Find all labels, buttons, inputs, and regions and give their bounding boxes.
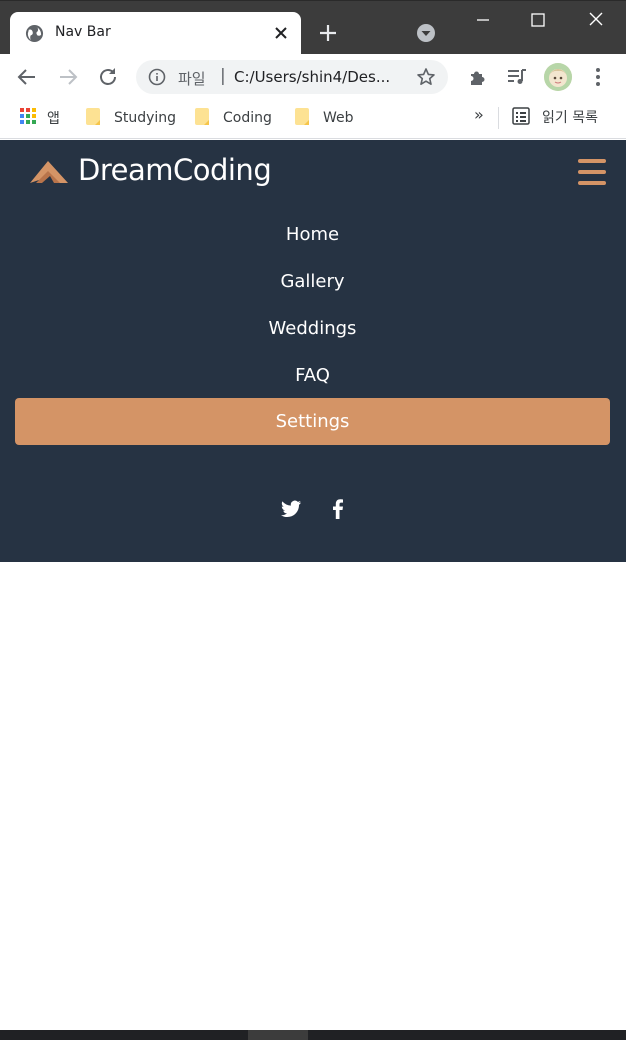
- folder-icon: [195, 108, 209, 125]
- tab-search-icon[interactable]: [416, 23, 436, 43]
- reading-list-icon: [512, 107, 530, 125]
- close-icon[interactable]: [272, 24, 290, 42]
- info-icon[interactable]: [148, 68, 166, 86]
- avatar-image: [544, 63, 572, 91]
- window-close-icon[interactable]: [582, 7, 610, 33]
- browser-toolbar: 파일 | C:/Users/shin4/Des...: [0, 54, 626, 99]
- bookmarks-divider: [498, 107, 499, 129]
- bookmark-apps[interactable]: 앱: [47, 108, 60, 128]
- reload-icon[interactable]: [96, 65, 120, 89]
- avatar[interactable]: [544, 63, 572, 91]
- menu-item-home[interactable]: Home: [15, 211, 610, 258]
- url-separator: |: [220, 66, 226, 86]
- bookmarks-overflow-button[interactable]: »: [474, 105, 484, 124]
- hamburger-line: [578, 181, 606, 185]
- navbar: DreamCoding Home Gallery Weddings FAQ Se…: [0, 140, 626, 562]
- browser-tab[interactable]: Nav Bar: [10, 12, 301, 55]
- hamburger-menu-icon[interactable]: [578, 159, 606, 185]
- menu-item-gallery[interactable]: Gallery: [15, 258, 610, 305]
- facebook-icon[interactable]: [326, 497, 350, 521]
- kebab-menu-icon[interactable]: [586, 65, 610, 89]
- minimize-icon[interactable]: [468, 9, 498, 31]
- folder-icon: [295, 108, 309, 125]
- extensions-puzzle-icon[interactable]: [466, 65, 490, 89]
- bookmark-label: Web: [323, 110, 354, 126]
- menu-item-settings[interactable]: Settings: [15, 398, 610, 445]
- bookmark-folder-studying[interactable]: Studying: [86, 108, 176, 128]
- back-arrow-icon[interactable]: [15, 65, 39, 89]
- media-playlist-icon[interactable]: [505, 65, 529, 89]
- reading-list-button[interactable]: 읽기 목록: [512, 107, 598, 127]
- hamburger-line: [578, 159, 606, 163]
- bookmark-label: Coding: [223, 110, 272, 126]
- twitter-icon[interactable]: [279, 497, 303, 521]
- url-text[interactable]: C:/Users/shin4/Des...: [234, 68, 390, 86]
- plus-icon[interactable]: [316, 21, 340, 45]
- bookmark-label: Studying: [114, 110, 177, 126]
- tab-title: Nav Bar: [55, 24, 111, 40]
- folder-icon: [86, 108, 100, 125]
- star-icon[interactable]: [416, 67, 436, 87]
- apps-grid-icon[interactable]: [20, 108, 36, 124]
- bookmark-folder-web[interactable]: Web: [295, 108, 354, 128]
- bookmarks-bar: 앱 Studying Coding Web » 읽기 목록: [0, 99, 626, 139]
- url-scheme-label: 파일: [178, 70, 206, 88]
- menu-item-faq[interactable]: FAQ: [15, 352, 610, 399]
- hamburger-line: [578, 170, 606, 174]
- browser-titlebar: Nav Bar: [0, 0, 626, 55]
- address-bar[interactable]: 파일 | C:/Users/shin4/Des...: [136, 60, 448, 94]
- reading-list-label: 읽기 목록: [542, 110, 598, 126]
- globe-icon: [25, 24, 44, 43]
- logo-text[interactable]: DreamCoding: [78, 153, 272, 187]
- menu-item-weddings[interactable]: Weddings: [15, 305, 610, 352]
- logo-icon[interactable]: [30, 159, 68, 185]
- maximize-icon[interactable]: [525, 9, 551, 31]
- horizontal-scrollbar[interactable]: [0, 1030, 626, 1040]
- bookmark-folder-coding[interactable]: Coding: [195, 108, 272, 128]
- forward-arrow-icon[interactable]: [56, 65, 80, 89]
- scrollbar-thumb[interactable]: [248, 1030, 308, 1040]
